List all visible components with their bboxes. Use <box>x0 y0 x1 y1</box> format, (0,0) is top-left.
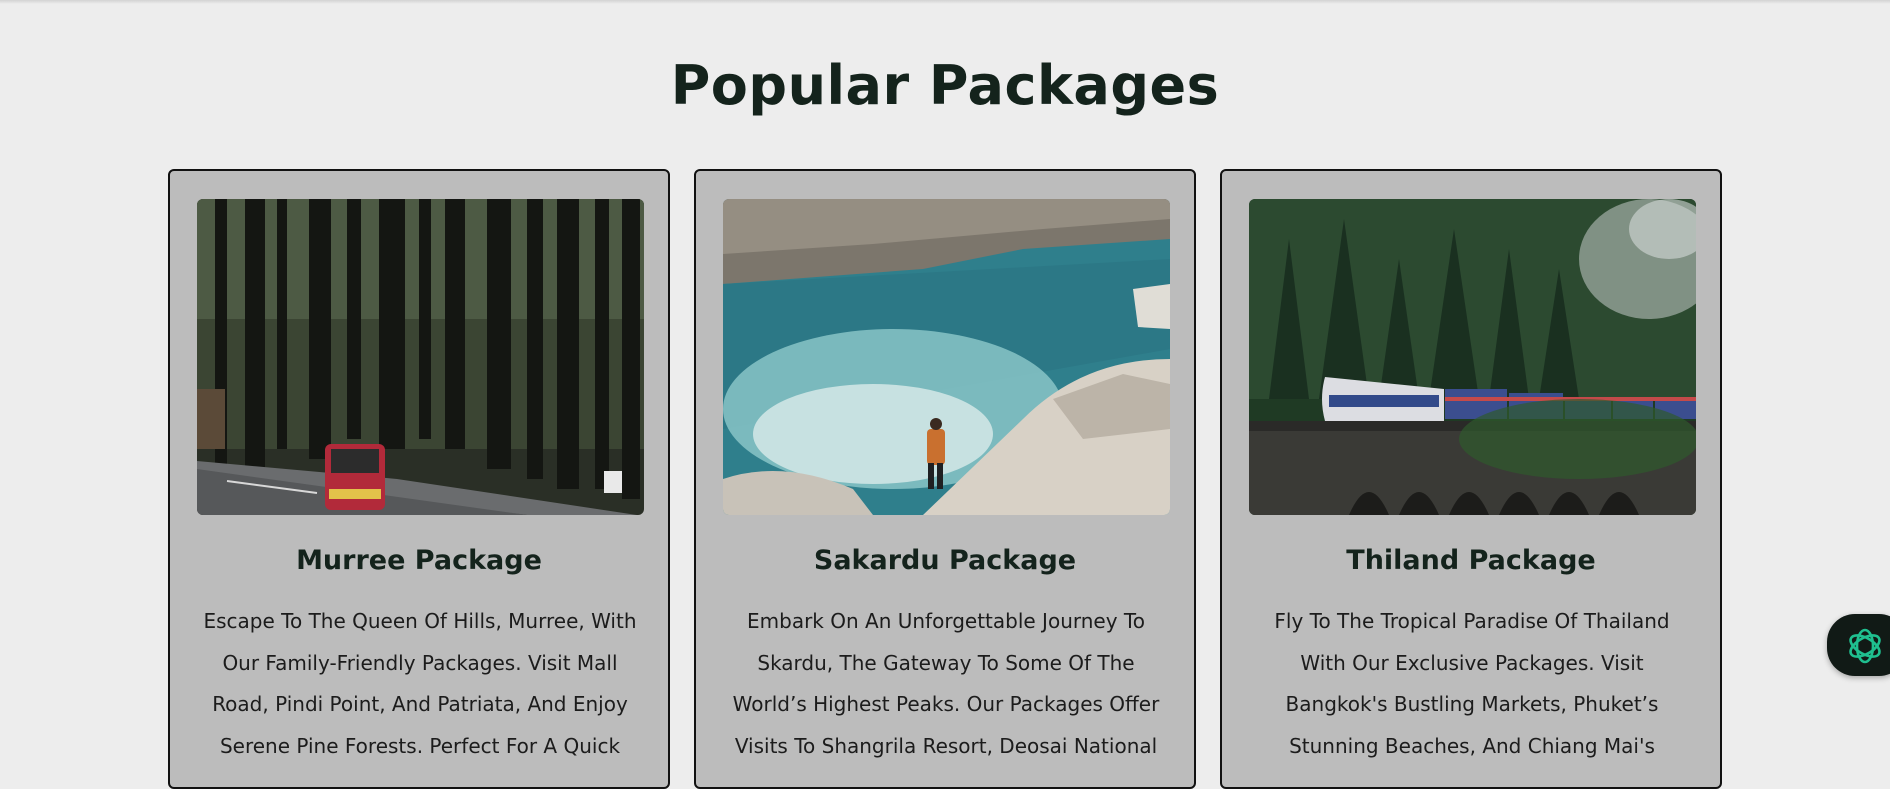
package-card-sakardu[interactable]: Sakardu Package Embark On An Unforgettab… <box>694 169 1196 789</box>
package-description: Escape To The Queen Of Hills, Murree, Wi… <box>203 609 637 758</box>
package-card-murree[interactable]: Murree Package Escape To The Queen Of Hi… <box>168 169 670 789</box>
package-description: Embark On An Unforgettable Journey To Sk… <box>732 609 1160 758</box>
chat-widget-button[interactable] <box>1827 614 1890 676</box>
package-title: Sakardu Package <box>813 545 1077 576</box>
package-title: Murree Package <box>296 545 542 576</box>
package-image-sakardu <box>723 199 1170 515</box>
package-image-thiland <box>1249 199 1696 515</box>
package-image-murree <box>197 199 644 515</box>
package-description: Fly To The Tropical Paradise Of Thailand… <box>1274 609 1670 758</box>
package-card-thiland[interactable]: Thiland Package Fly To The Tropical Para… <box>1220 169 1722 789</box>
section-title: Popular Packages <box>670 54 1220 117</box>
chatbot-icon <box>1849 628 1881 664</box>
package-title: Thiland Package <box>1346 545 1596 576</box>
header-shadow <box>0 0 1890 4</box>
